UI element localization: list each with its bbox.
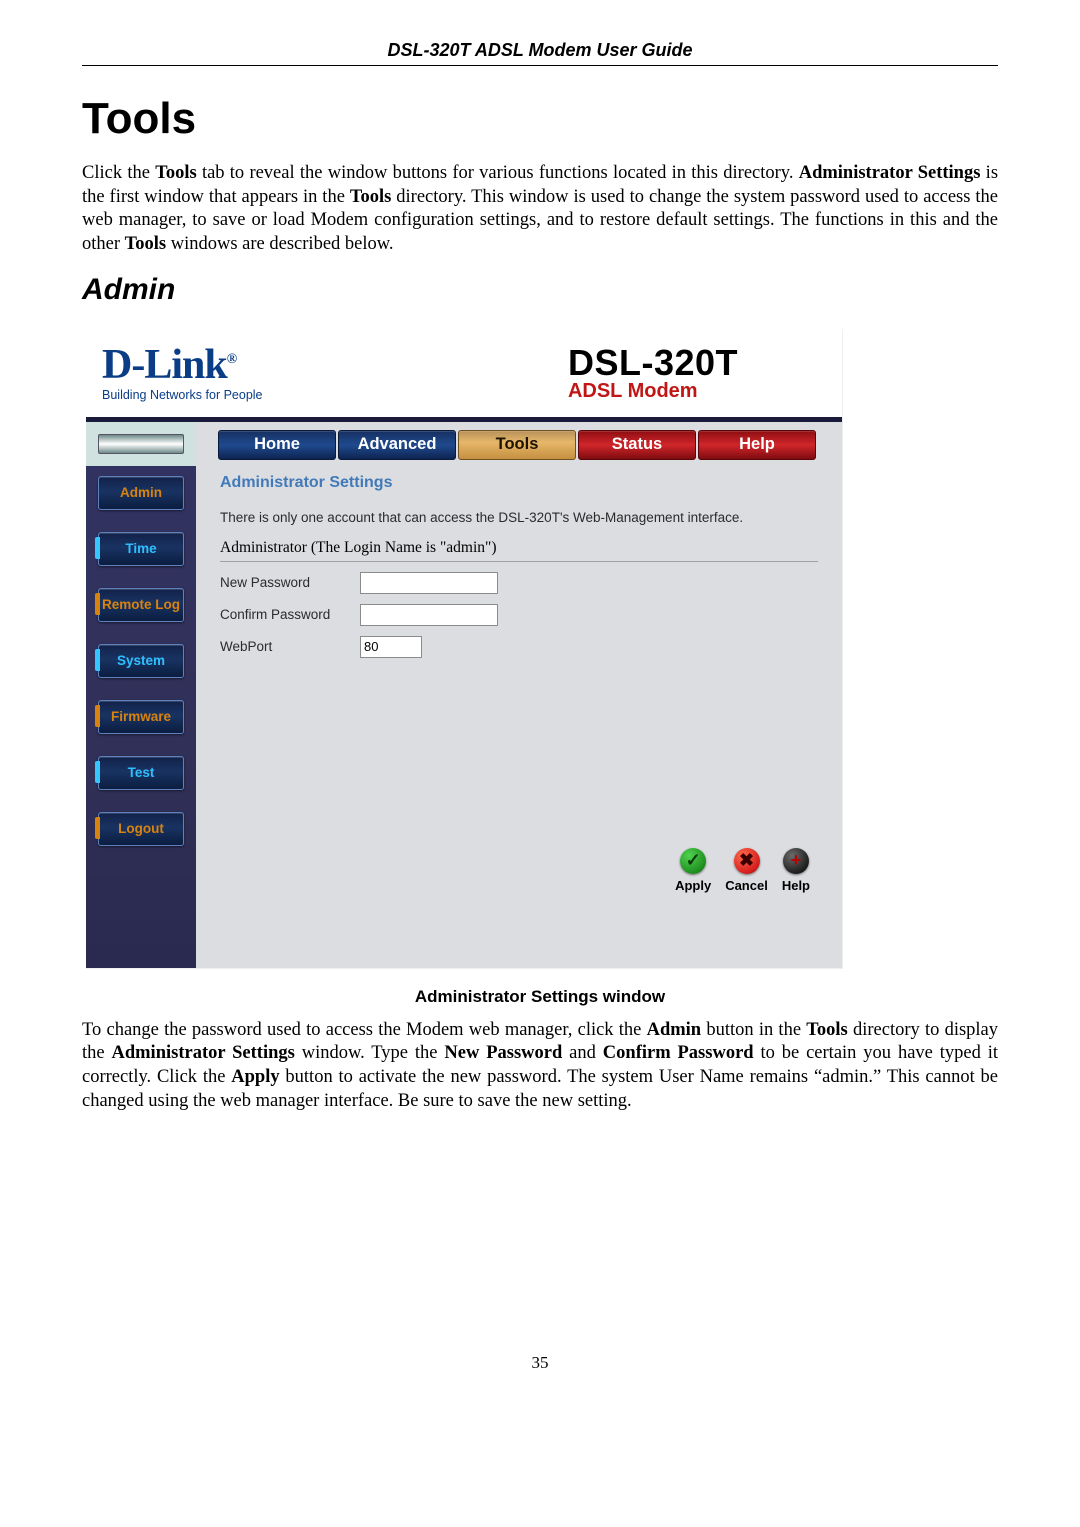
close-icon: ✖ <box>734 848 760 874</box>
webport-input[interactable] <box>360 636 422 658</box>
bold-text: Admin <box>647 1020 702 1040</box>
main-panel: Home Advanced Tools Status Help Administ… <box>196 422 842 968</box>
tab-tools[interactable]: Tools <box>458 430 576 460</box>
bold-text: Administrator Settings <box>112 1043 295 1063</box>
help-label: Help <box>782 878 810 893</box>
bold-text: Tools <box>806 1020 847 1040</box>
check-icon: ✓ <box>680 848 706 874</box>
sidebar-item-remotelog[interactable]: Remote Log <box>98 588 184 622</box>
text: Click the <box>82 163 155 183</box>
row-confirm-password: Confirm Password <box>220 604 818 626</box>
bold-text: Tools <box>125 234 166 254</box>
intro-paragraph: Click the Tools tab to reveal the window… <box>82 162 998 257</box>
panel-description: There is only one account that can acces… <box>220 510 818 525</box>
apply-button[interactable]: ✓ Apply <box>675 848 711 893</box>
sidebar-item-system[interactable]: System <box>98 644 184 678</box>
router-banner: D-Link® Building Networks for People DSL… <box>86 329 842 417</box>
row-new-password: New Password <box>220 572 818 594</box>
brand-tagline: Building Networks for People <box>102 388 263 402</box>
cancel-button[interactable]: ✖ Cancel <box>725 848 768 893</box>
bold-text: Apply <box>231 1067 279 1087</box>
text: To change the password used to access th… <box>82 1020 647 1040</box>
bold-text: New Password <box>444 1043 562 1063</box>
header-divider <box>82 65 998 66</box>
registered-mark: ® <box>227 352 236 367</box>
device-thumbnail <box>86 422 196 466</box>
sidebar-item-logout[interactable]: Logout <box>98 812 184 846</box>
router-admin-ui: D-Link® Building Networks for People DSL… <box>86 329 843 969</box>
apply-label: Apply <box>675 878 711 893</box>
help-button[interactable]: + Help <box>782 848 810 893</box>
new-password-input[interactable] <box>360 572 498 594</box>
tab-help[interactable]: Help <box>698 430 816 460</box>
following-paragraph: To change the password used to access th… <box>82 1019 998 1114</box>
sidebar-item-time[interactable]: Time <box>98 532 184 566</box>
tab-status[interactable]: Status <box>578 430 696 460</box>
bold-text: Tools <box>350 187 391 207</box>
text: tab to reveal the window buttons for var… <box>197 163 799 183</box>
bold-text: Confirm Password <box>603 1043 754 1063</box>
bold-text: Tools <box>155 163 196 183</box>
document-page: DSL-320T ADSL Modem User Guide Tools Cli… <box>0 0 1080 1433</box>
bold-text: Administrator Settings <box>799 163 981 183</box>
text: button in the <box>701 1020 806 1040</box>
sidebar-item-admin[interactable]: Admin <box>98 476 184 510</box>
subsection-heading-admin: Admin <box>82 273 998 307</box>
panel-title: Administrator Settings <box>220 474 818 492</box>
new-password-label: New Password <box>220 575 360 590</box>
text: windows are described below. <box>166 234 393 254</box>
top-tabs: Home Advanced Tools Status Help <box>218 430 818 460</box>
cancel-label: Cancel <box>725 878 768 893</box>
model-name: DSL-320T <box>568 342 738 384</box>
figure-caption: Administrator Settings window <box>82 987 998 1007</box>
brand-name: D-Link <box>102 342 227 388</box>
row-webport: WebPort <box>220 636 818 658</box>
panel-legend: Administrator (The Login Name is "admin"… <box>220 539 818 562</box>
document-running-header: DSL-320T ADSL Modem User Guide <box>82 40 998 61</box>
sidebar-item-test[interactable]: Test <box>98 756 184 790</box>
tab-advanced[interactable]: Advanced <box>338 430 456 460</box>
text: window. Type the <box>295 1043 445 1063</box>
sidebar-item-firmware[interactable]: Firmware <box>98 700 184 734</box>
router-body: Admin Time Remote Log System Firmware Te… <box>86 417 842 968</box>
dlink-logo: D-Link® Building Networks for People <box>102 344 263 402</box>
tab-home[interactable]: Home <box>218 430 336 460</box>
confirm-password-input[interactable] <box>360 604 498 626</box>
confirm-password-label: Confirm Password <box>220 607 360 622</box>
webport-label: WebPort <box>220 639 360 654</box>
text: and <box>562 1043 603 1063</box>
sidebar: Admin Time Remote Log System Firmware Te… <box>86 422 196 968</box>
page-number: 35 <box>82 1353 998 1373</box>
section-heading-tools: Tools <box>82 94 998 144</box>
model-block: DSL-320T ADSL Modem <box>568 342 738 403</box>
plus-icon: + <box>783 848 809 874</box>
action-buttons: ✓ Apply ✖ Cancel + Help <box>220 848 818 893</box>
